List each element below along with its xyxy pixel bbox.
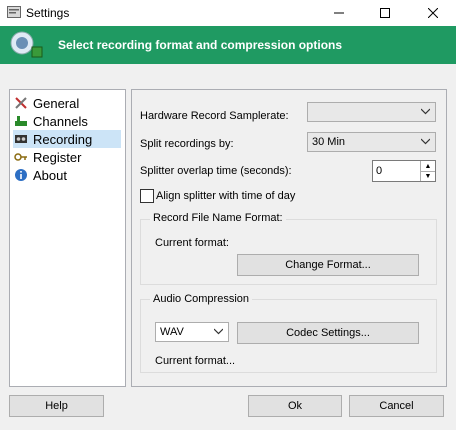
overlap-label: Splitter overlap time (seconds): [140,165,292,177]
codec-dropdown[interactable]: WAV [155,322,229,342]
window-title: Settings [26,6,70,20]
info-icon [13,167,29,183]
header-banner: Select recording format and compression … [0,26,456,64]
filename-group-title: Record File Name Format: [150,212,286,224]
align-checkbox[interactable] [140,189,154,203]
samplerate-label: Hardware Record Samplerate: [140,110,289,122]
chevron-down-icon [421,108,430,115]
close-button[interactable] [410,0,456,26]
overlap-value: 0 [376,165,383,177]
maximize-button[interactable] [362,0,408,26]
recorder-logo-icon [10,31,43,58]
samplerate-dropdown[interactable] [307,102,436,122]
split-value: 30 Min [312,136,346,148]
sidebar-item-register[interactable]: Register [13,148,121,166]
codec-value: WAV [160,326,184,338]
align-label: Align splitter with time of day [156,190,296,202]
split-dropdown[interactable]: 30 Min [307,132,436,152]
change-format-button[interactable]: Change Format... [237,254,419,276]
settings-window-icon [7,6,21,18]
banner-text: Select recording format and compression … [58,38,343,52]
split-label: Split recordings by: [140,138,234,150]
sidebar-item-label: Recording [33,131,93,147]
spin-down-button[interactable]: ▼ [421,171,435,181]
title-bar: Settings [0,0,456,26]
minimize-icon [334,12,344,14]
sidebar-item-label: General [33,95,80,111]
recording-icon [13,131,29,147]
sidebar-item-about[interactable]: About [13,166,121,184]
chevron-down-icon [214,328,223,335]
sidebar-item-channels[interactable]: Channels [13,112,121,130]
maximize-icon [380,8,390,18]
sidebar-item-label: Register [33,149,82,165]
help-button[interactable]: Help [9,395,104,417]
ok-button[interactable]: Ok [248,395,342,417]
channels-icon [13,113,29,129]
audio-group-title: Audio Compression [150,293,252,305]
settings-nav-list: General Channels Recording Register Abou… [9,89,126,387]
minimize-button[interactable] [316,0,362,26]
overlap-spinbox[interactable]: 0 ▲ ▼ [372,160,436,182]
chevron-down-icon [421,138,430,145]
register-icon [13,149,29,165]
sidebar-item-recording[interactable]: Recording [13,130,121,148]
cancel-button[interactable]: Cancel [349,395,444,417]
sidebar-item-general[interactable]: General [13,94,121,112]
sidebar-item-label: Channels [33,113,88,129]
codec-settings-button[interactable]: Codec Settings... [237,322,419,344]
close-icon [428,8,438,18]
current-format-label: Current format: [155,237,229,249]
sidebar-item-label: About [33,167,67,183]
tools-icon [13,95,29,111]
audio-current-format: Current format... [155,355,236,367]
